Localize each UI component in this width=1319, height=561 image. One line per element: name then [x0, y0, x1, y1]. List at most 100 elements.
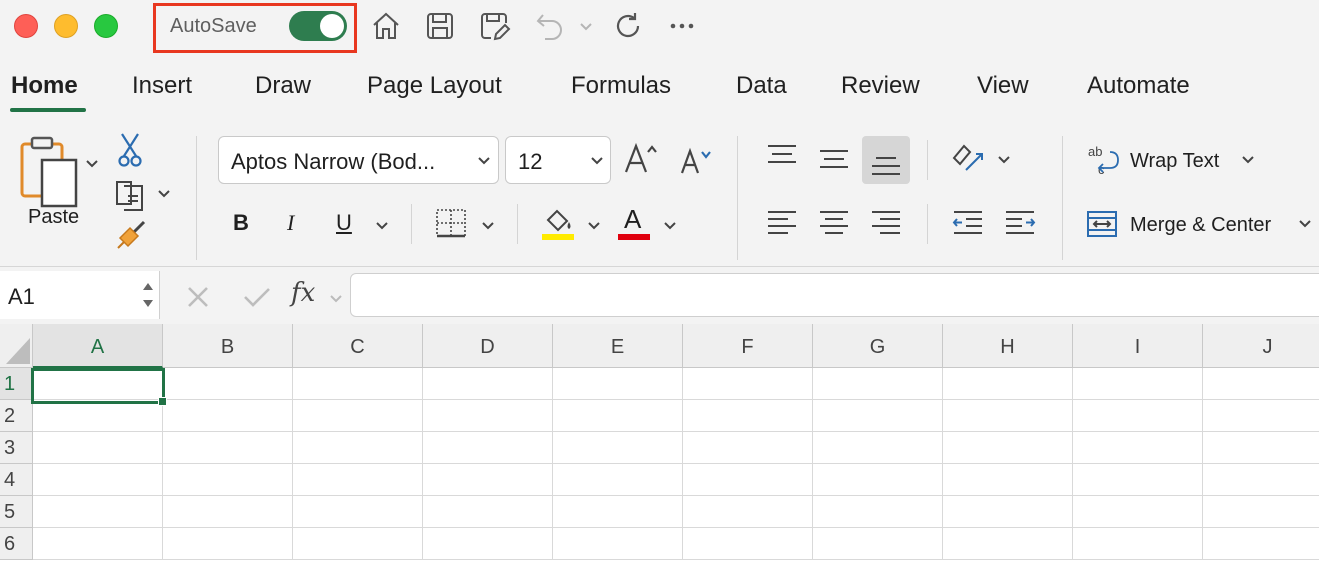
- bottom-align-button[interactable]: [862, 136, 910, 184]
- cell-j4[interactable]: [1203, 464, 1319, 496]
- cell-g1[interactable]: [813, 368, 943, 400]
- italic-button[interactable]: I: [287, 210, 294, 236]
- cell-f4[interactable]: [683, 464, 813, 496]
- format-painter-icon[interactable]: [114, 218, 150, 252]
- cell-i6[interactable]: [1073, 528, 1203, 560]
- row-header-1[interactable]: 1: [0, 368, 33, 400]
- cell-h6[interactable]: [943, 528, 1073, 560]
- merge-center-icon[interactable]: [1086, 210, 1118, 238]
- more-icon[interactable]: [665, 9, 699, 43]
- cell-d4[interactable]: [423, 464, 553, 496]
- column-header-f[interactable]: F: [683, 324, 813, 368]
- column-header-h[interactable]: H: [943, 324, 1073, 368]
- cell-c6[interactable]: [293, 528, 423, 560]
- cell-h5[interactable]: [943, 496, 1073, 528]
- font-color-button[interactable]: A: [624, 204, 641, 235]
- fill-handle[interactable]: [158, 397, 167, 406]
- cell-d2[interactable]: [423, 400, 553, 432]
- paste-dropdown-icon[interactable]: [86, 160, 98, 168]
- cell-a4[interactable]: [33, 464, 163, 496]
- name-box-stepper-icon[interactable]: [141, 280, 155, 310]
- wrap-text-label[interactable]: Wrap Text: [1130, 150, 1219, 173]
- cut-icon[interactable]: [116, 132, 144, 168]
- cell-b4[interactable]: [163, 464, 293, 496]
- tab-view[interactable]: View: [977, 72, 1029, 100]
- align-right-icon[interactable]: [870, 210, 902, 236]
- column-header-a[interactable]: A: [33, 324, 163, 368]
- cell-g2[interactable]: [813, 400, 943, 432]
- wrap-text-icon[interactable]: ab c: [1086, 142, 1120, 180]
- cell-d6[interactable]: [423, 528, 553, 560]
- row-header-2[interactable]: 2: [0, 400, 33, 432]
- cell-i5[interactable]: [1073, 496, 1203, 528]
- cell-h3[interactable]: [943, 432, 1073, 464]
- tab-automate[interactable]: Automate: [1087, 72, 1190, 100]
- cell-e6[interactable]: [553, 528, 683, 560]
- copy-dropdown-icon[interactable]: [158, 190, 170, 198]
- cell-e5[interactable]: [553, 496, 683, 528]
- home-icon[interactable]: [369, 9, 403, 43]
- align-left-icon[interactable]: [766, 210, 798, 236]
- column-header-e[interactable]: E: [553, 324, 683, 368]
- cell-e4[interactable]: [553, 464, 683, 496]
- cell-c4[interactable]: [293, 464, 423, 496]
- confirm-edit-icon[interactable]: [242, 285, 272, 309]
- cell-a2[interactable]: [33, 400, 163, 432]
- select-all-button[interactable]: [0, 324, 33, 368]
- cell-d5[interactable]: [423, 496, 553, 528]
- cell-i3[interactable]: [1073, 432, 1203, 464]
- insert-function-button[interactable]: fx: [291, 278, 315, 308]
- cell-g6[interactable]: [813, 528, 943, 560]
- cell-g5[interactable]: [813, 496, 943, 528]
- cell-j6[interactable]: [1203, 528, 1319, 560]
- tab-home[interactable]: Home: [11, 72, 78, 100]
- undo-dropdown-icon[interactable]: [578, 9, 594, 43]
- column-header-j[interactable]: J: [1203, 324, 1319, 368]
- cell-f1[interactable]: [683, 368, 813, 400]
- cell-c5[interactable]: [293, 496, 423, 528]
- cell-c3[interactable]: [293, 432, 423, 464]
- merge-center-label[interactable]: Merge & Center: [1130, 214, 1271, 237]
- name-box[interactable]: A1: [0, 271, 160, 319]
- bold-button[interactable]: B: [233, 210, 249, 236]
- column-header-d[interactable]: D: [423, 324, 553, 368]
- column-header-i[interactable]: I: [1073, 324, 1203, 368]
- fill-color-dropdown-icon[interactable]: [588, 222, 600, 230]
- cell-e2[interactable]: [553, 400, 683, 432]
- cell-c1[interactable]: [293, 368, 423, 400]
- row-header-5[interactable]: 5: [0, 496, 33, 528]
- borders-icon[interactable]: [435, 208, 467, 238]
- cell-b2[interactable]: [163, 400, 293, 432]
- wrap-text-dropdown-icon[interactable]: [1242, 156, 1254, 164]
- middle-align-icon[interactable]: [818, 148, 850, 170]
- decrease-font-size-icon[interactable]: [678, 146, 712, 176]
- save-icon[interactable]: [423, 9, 457, 43]
- cell-i2[interactable]: [1073, 400, 1203, 432]
- underline-dropdown-icon[interactable]: [376, 222, 388, 230]
- undo-icon[interactable]: [533, 9, 567, 43]
- redo-icon[interactable]: [611, 9, 645, 43]
- cell-g4[interactable]: [813, 464, 943, 496]
- merge-center-dropdown-icon[interactable]: [1299, 220, 1311, 228]
- cell-g3[interactable]: [813, 432, 943, 464]
- tab-draw[interactable]: Draw: [255, 72, 311, 100]
- borders-dropdown-icon[interactable]: [482, 222, 494, 230]
- cell-e1[interactable]: [553, 368, 683, 400]
- increase-indent-icon[interactable]: [1004, 210, 1036, 236]
- cell-a3[interactable]: [33, 432, 163, 464]
- cell-h4[interactable]: [943, 464, 1073, 496]
- cell-h1[interactable]: [943, 368, 1073, 400]
- decrease-indent-icon[interactable]: [952, 210, 984, 236]
- function-dropdown-icon[interactable]: [330, 295, 342, 303]
- top-align-icon[interactable]: [766, 144, 798, 166]
- column-header-g[interactable]: G: [813, 324, 943, 368]
- cell-f5[interactable]: [683, 496, 813, 528]
- tab-page-layout[interactable]: Page Layout: [367, 72, 502, 100]
- font-family-select[interactable]: Aptos Narrow (Bod...: [218, 136, 499, 184]
- cell-a5[interactable]: [33, 496, 163, 528]
- orientation-icon[interactable]: [950, 140, 986, 176]
- align-center-icon[interactable]: [818, 210, 850, 236]
- cell-f2[interactable]: [683, 400, 813, 432]
- tab-review[interactable]: Review: [841, 72, 920, 100]
- row-header-6[interactable]: 6: [0, 528, 33, 560]
